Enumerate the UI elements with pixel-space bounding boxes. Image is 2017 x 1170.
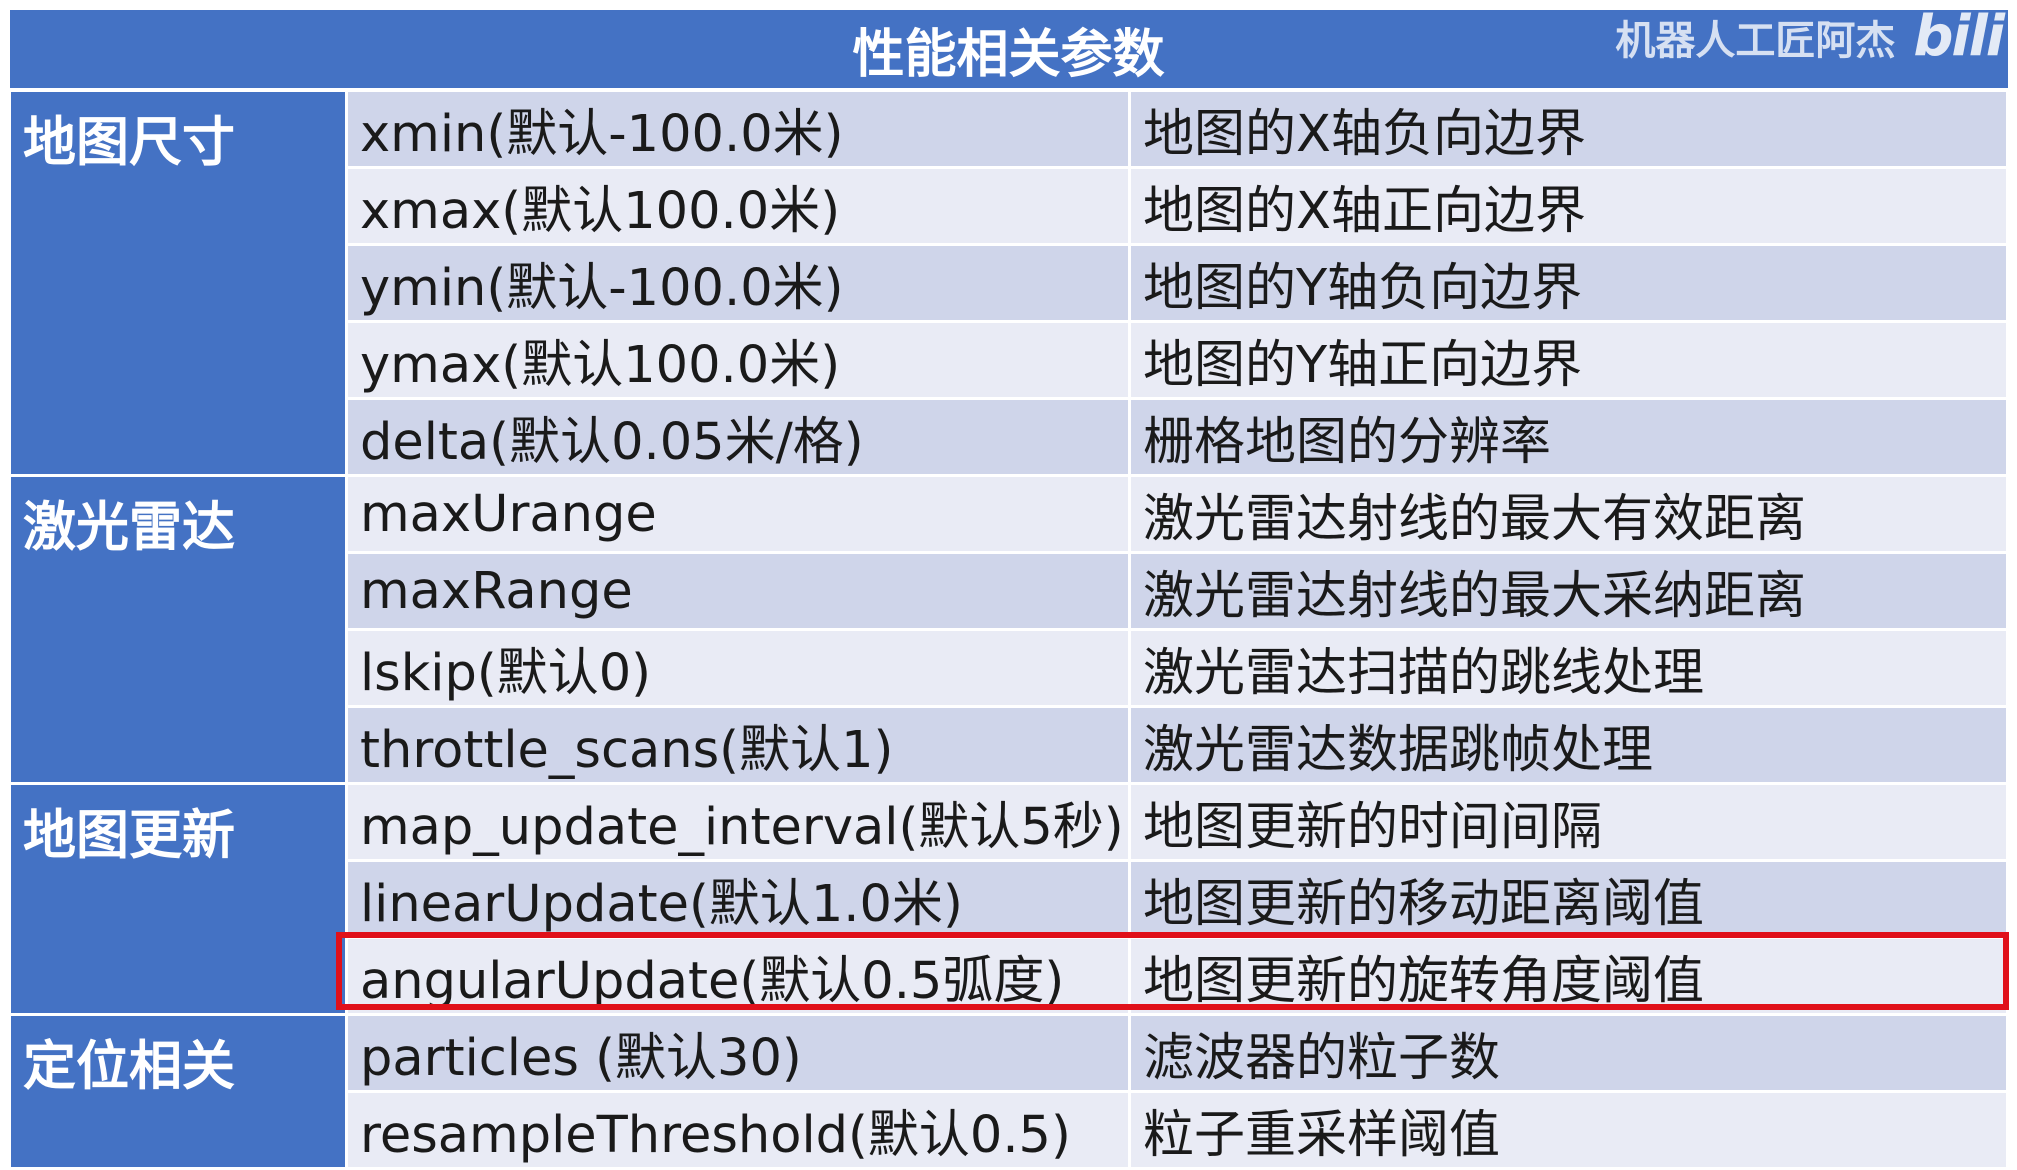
param-name: map_update_interval(默认5秒) <box>345 782 1131 862</box>
param-description: 粒子重采样阈值 <box>1127 1090 2010 1170</box>
table-row: 定位相关 particles (默认30) 滤波器的粒子数 <box>8 1013 2010 1170</box>
param-description: 激光雷达扫描的跳线处理 <box>1127 628 2010 708</box>
parameter-table: 性能相关参数 地图尺寸 xmin(默认-100.0米) 地图的X轴负向边界 xmax(… <box>8 10 2010 1170</box>
param-name: ymax(默认100.0米) <box>345 320 1131 400</box>
param-description: 地图的Y轴负向边界 <box>1127 243 2010 323</box>
table-row: 地图尺寸 xmin(默认-100.0米) 地图的X轴负向边界 <box>8 88 2010 477</box>
param-description: 激光雷达射线的最大有效距离 <box>1127 474 2010 554</box>
param-name: particles (默认30) <box>345 1013 1131 1093</box>
group-label: 地图尺寸 <box>8 88 348 477</box>
table-row: 地图更新 map_update_interval(默认5秒) 地图更新的时间间隔 <box>8 782 2010 1016</box>
param-name: xmax(默认100.0米) <box>345 166 1131 246</box>
table-row: 激光雷达 maxUrange 激光雷达射线的最大有效距离 <box>8 474 2010 785</box>
param-description: 地图的Y轴正向边界 <box>1127 320 2010 400</box>
group-label: 定位相关 <box>8 1013 348 1170</box>
slide: 性能相关参数 地图尺寸 xmin(默认-100.0米) 地图的X轴负向边界 xmax(… <box>0 0 2017 1170</box>
param-name: resampleThreshold(默认0.5) <box>345 1090 1131 1170</box>
param-description: 激光雷达射线的最大采纳距离 <box>1127 551 2010 631</box>
param-name: throttle_scans(默认1) <box>345 705 1131 785</box>
param-name: angularUpdate(默认0.5弧度) <box>345 936 1131 1016</box>
param-name: lskip(默认0) <box>345 628 1131 708</box>
param-description: 激光雷达数据跳帧处理 <box>1127 705 2010 785</box>
param-description: 地图的X轴正向边界 <box>1127 166 2010 246</box>
param-description: 地图更新的移动距离阈值 <box>1127 859 2010 939</box>
param-name: linearUpdate(默认1.0米) <box>345 859 1131 939</box>
param-name: delta(默认0.05米/格) <box>345 397 1131 477</box>
table-title: 性能相关参数 <box>9 10 2008 92</box>
table-body: 地图尺寸 xmin(默认-100.0米) 地图的X轴负向边界 xmax(默认100.0… <box>8 88 2010 1170</box>
param-name: maxUrange <box>345 474 1131 554</box>
group-label: 地图更新 <box>8 782 348 1016</box>
param-description: 地图更新的时间间隔 <box>1127 782 2010 862</box>
param-description: 地图的X轴负向边界 <box>1127 88 2010 169</box>
group-label: 激光雷达 <box>8 474 348 785</box>
param-description: 地图更新的旋转角度阈值 <box>1127 936 2010 1016</box>
param-name: maxRange <box>345 551 1131 631</box>
param-name: xmin(默认-100.0米) <box>345 88 1131 169</box>
param-description: 滤波器的粒子数 <box>1127 1013 2010 1093</box>
param-name: ymin(默认-100.0米) <box>345 243 1131 323</box>
param-description: 栅格地图的分辨率 <box>1127 397 2010 477</box>
